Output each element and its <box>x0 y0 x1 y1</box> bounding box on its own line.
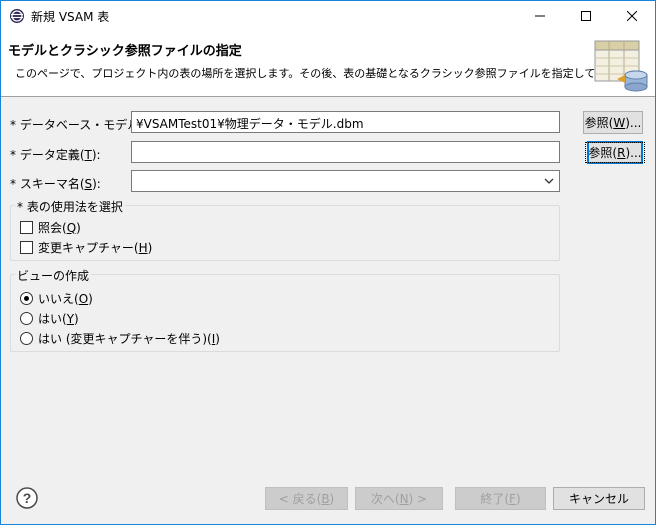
database-model-field[interactable]: ¥VSAMTest01¥物理データ・モデル.dbm <box>131 111 560 133</box>
page-title: モデルとクラシック参照ファイルの指定 <box>8 44 242 59</box>
help-icon[interactable]: ? <box>16 487 38 509</box>
dialog-window: 新規 VSAM 表 モデルとクラシック参照ファイルの指定 このページで、プロジェ… <box>0 0 656 525</box>
maximize-icon <box>581 11 591 21</box>
table-database-icon <box>594 40 648 92</box>
create-view-group-title: ビューの作成 <box>15 267 92 284</box>
radio-button[interactable] <box>20 312 33 325</box>
title-bar: 新規 VSAM 表 <box>1 1 655 31</box>
window-title: 新規 VSAM 表 <box>31 9 110 24</box>
chevron-down-icon <box>544 178 554 184</box>
close-button[interactable] <box>609 1 655 31</box>
close-icon <box>627 11 637 21</box>
change-capture-checkbox[interactable]: 変更キャプチャー(H) <box>20 239 152 256</box>
checkbox-box[interactable] <box>20 221 33 234</box>
back-button[interactable]: < 戻る(B) <box>265 487 348 510</box>
query-checkbox[interactable]: 照会(Q) <box>20 219 81 236</box>
page-description: このページで、プロジェクト内の表の場所を選択します。その後、表の基礎となるクラシ… <box>15 67 651 80</box>
usage-group: * 表の使用法を選択 照会(Q) 変更キャプチャー(H) <box>10 198 560 261</box>
browse-model-button[interactable]: 参照(W)... <box>583 111 643 134</box>
view-yes-radio[interactable]: はい(Y) <box>20 310 79 327</box>
finish-button[interactable]: 終了(F) <box>455 487 546 510</box>
minimize-icon <box>535 15 545 17</box>
checkbox-box[interactable] <box>20 241 33 254</box>
browse-definition-button[interactable]: 参照(R)... <box>585 141 645 164</box>
data-definition-field[interactable] <box>131 141 560 163</box>
next-button[interactable]: 次へ(N) > <box>355 487 443 510</box>
usage-group-title: * 表の使用法を選択 <box>15 198 125 215</box>
eclipse-app-icon <box>9 8 25 24</box>
radio-button[interactable] <box>20 292 33 305</box>
create-view-group: ビューの作成 いいえ(O) はい(Y) はい (変更キャプチャーを伴う)(I) <box>10 267 560 352</box>
data-definition-label: * データ定義(T): <box>10 148 101 162</box>
schema-name-combo[interactable] <box>131 170 560 192</box>
radio-button[interactable] <box>20 332 33 345</box>
svg-text:?: ? <box>23 490 32 506</box>
view-no-radio[interactable]: いいえ(O) <box>20 290 93 307</box>
view-yes-with-capture-radio[interactable]: はい (変更キャプチャーを伴う)(I) <box>20 330 220 347</box>
wizard-banner: モデルとクラシック参照ファイルの指定 このページで、プロジェクト内の表の場所を選… <box>1 31 655 97</box>
minimize-button[interactable] <box>517 1 563 31</box>
schema-name-label: * スキーマ名(S): <box>10 177 101 191</box>
cancel-button[interactable]: キャンセル <box>553 487 645 510</box>
maximize-button[interactable] <box>563 1 609 31</box>
